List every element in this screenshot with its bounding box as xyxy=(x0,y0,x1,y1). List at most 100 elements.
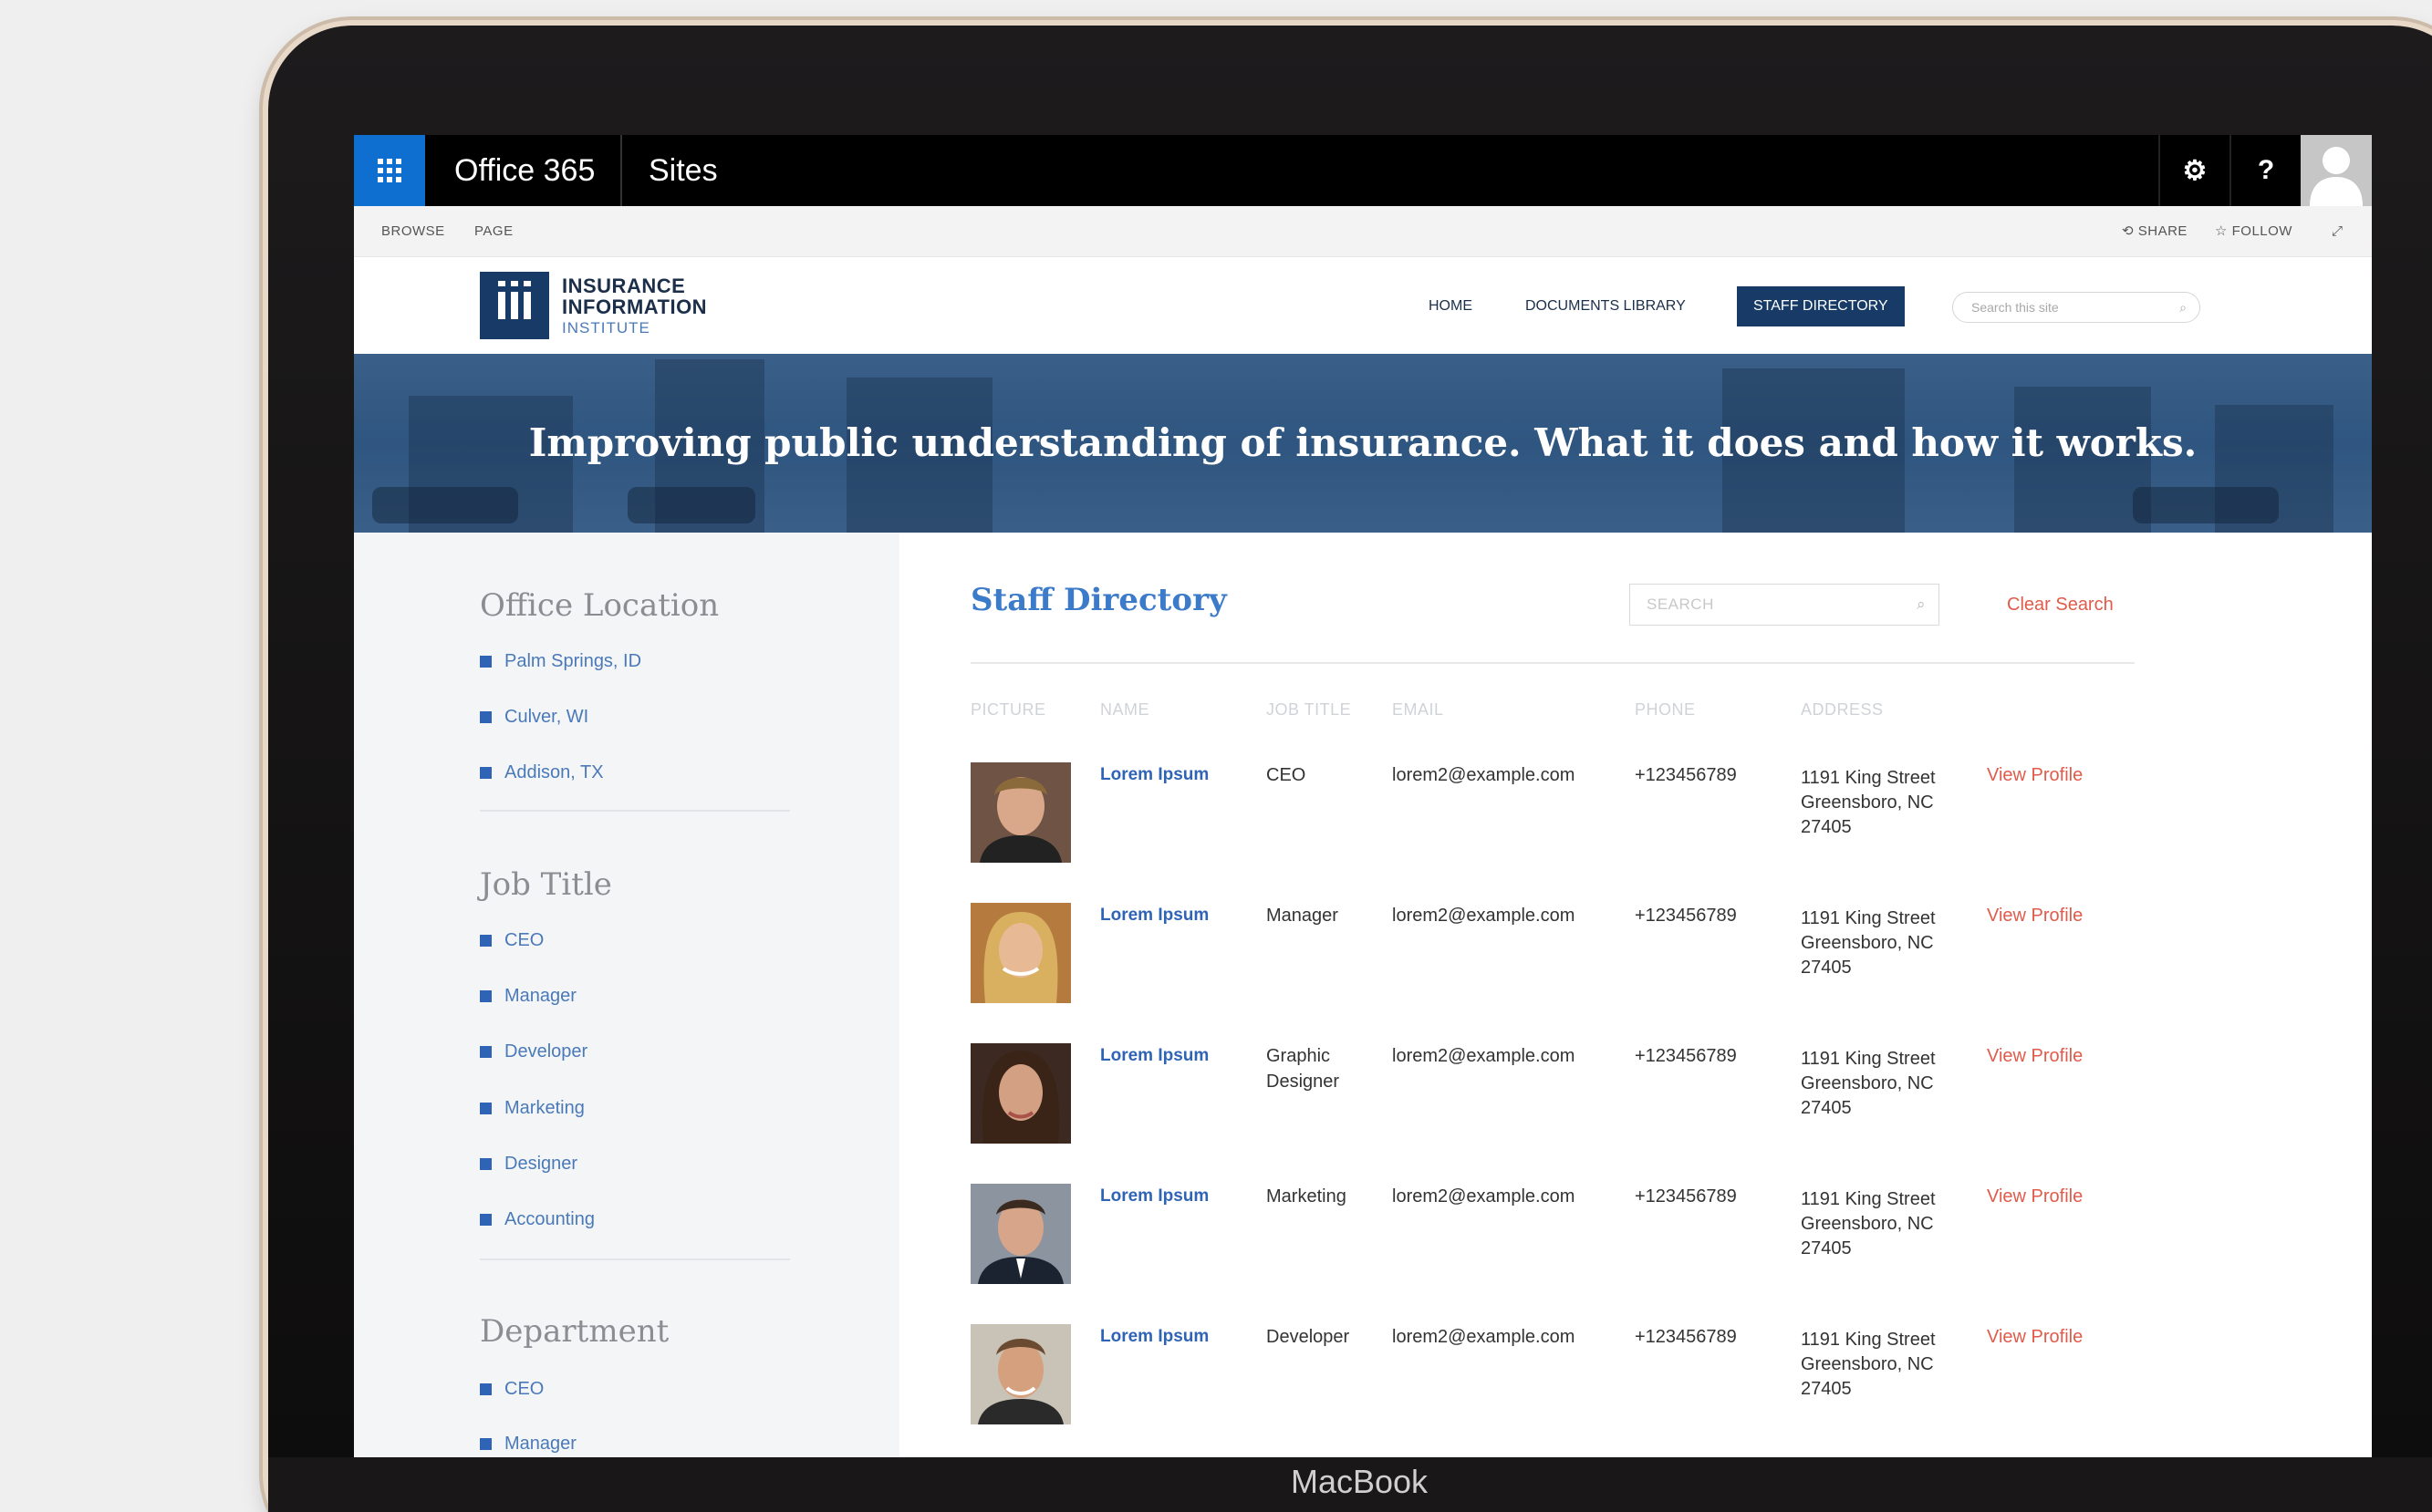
staff-job-title: CEO xyxy=(1266,765,1306,785)
follow-button[interactable]: ☆ FOLLOW xyxy=(2215,206,2292,257)
staff-phone: +123456789 xyxy=(1635,1046,1737,1066)
gear-icon: ⚙ xyxy=(2182,155,2208,186)
staff-email[interactable]: lorem2@example.com xyxy=(1392,1324,1575,1350)
bullet-icon xyxy=(480,1383,492,1395)
staff-name-link[interactable]: Lorem Ipsum xyxy=(1100,1324,1209,1350)
site-header: INSURANCE INFORMATION INSTITUTE HOME DOC… xyxy=(354,257,2372,354)
staff-address: 1191 King Street Greensboro, NC 27405 xyxy=(1801,1189,1936,1258)
directory-search-input[interactable]: SEARCH ⌕ xyxy=(1629,584,1939,626)
filter-sidebar: Office Location Palm Springs, ID Culver,… xyxy=(354,533,899,1457)
filter-item-culver[interactable]: Culver, WI xyxy=(480,707,588,728)
help-button[interactable]: ? xyxy=(2229,135,2301,206)
view-profile-link[interactable]: View Profile xyxy=(1987,903,2083,928)
filter-item-manager[interactable]: Manager xyxy=(480,986,577,1007)
column-header-email[interactable]: EMAIL xyxy=(1392,700,1444,720)
star-icon: ☆ xyxy=(2215,223,2228,239)
focus-icon[interactable]: ⤢ xyxy=(2332,206,2344,257)
device-brand: MacBook xyxy=(1290,1463,1429,1500)
staff-photo[interactable] xyxy=(971,1324,1071,1424)
share-icon: ⟲ xyxy=(2122,223,2135,239)
staff-phone: +123456789 xyxy=(1635,906,1737,926)
staff-phone: +123456789 xyxy=(1635,1327,1737,1347)
waffle-icon xyxy=(378,159,401,182)
staff-email[interactable]: lorem2@example.com xyxy=(1392,903,1575,928)
ribbon-tab-browse[interactable]: BROWSE xyxy=(381,206,445,257)
staff-name-link[interactable]: Lorem Ipsum xyxy=(1100,1043,1209,1069)
search-icon[interactable]: ⌕ xyxy=(2179,293,2187,322)
staff-email[interactable]: lorem2@example.com xyxy=(1392,1184,1575,1209)
header-divider xyxy=(971,662,2135,664)
suite-app-title[interactable]: Office 365 xyxy=(454,135,595,206)
column-header-address[interactable]: ADDRESS xyxy=(1801,700,1884,720)
nav-documents-library[interactable]: DOCUMENTS LIBRARY xyxy=(1525,286,1686,326)
search-icon[interactable]: ⌕ xyxy=(1917,585,1926,625)
view-profile-link[interactable]: View Profile xyxy=(1987,1043,2083,1069)
filter-item-palm-springs[interactable]: Palm Springs, ID xyxy=(480,651,641,672)
filter-item-marketing[interactable]: Marketing xyxy=(480,1098,585,1119)
staff-photo[interactable] xyxy=(971,762,1071,863)
filter-item-developer[interactable]: Developer xyxy=(480,1041,587,1062)
staff-address: 1191 King Street Greensboro, NC 27405 xyxy=(1801,908,1936,978)
table-row: Lorem Ipsum Graphic Designer lorem2@exam… xyxy=(971,1043,2135,1180)
page-title: Staff Directory xyxy=(971,582,1227,618)
logo-icon[interactable] xyxy=(480,272,549,339)
filter-item-addison[interactable]: Addison, TX xyxy=(480,762,604,783)
nav-home[interactable]: HOME xyxy=(1429,286,1472,326)
staff-job-title: Manager xyxy=(1266,906,1338,926)
bullet-icon xyxy=(480,711,492,723)
settings-button[interactable]: ⚙ xyxy=(2158,135,2229,206)
banner-headline: Improving public understanding of insura… xyxy=(528,420,2198,465)
bullet-icon xyxy=(480,990,492,1002)
logo-text[interactable]: INSURANCE INFORMATION INSTITUTE xyxy=(562,275,707,338)
suite-divider xyxy=(620,135,622,206)
staff-photo[interactable] xyxy=(971,903,1071,1003)
sidebar-divider xyxy=(480,810,790,812)
staff-email[interactable]: lorem2@example.com xyxy=(1392,762,1575,788)
site-search-input[interactable]: Search this site ⌕ xyxy=(1952,292,2200,323)
staff-name-link[interactable]: Lorem Ipsum xyxy=(1100,903,1209,928)
staff-name-link[interactable]: Lorem Ipsum xyxy=(1100,762,1209,788)
staff-job-title: Marketing xyxy=(1266,1186,1346,1206)
table-row: Lorem Ipsum Developer lorem2@example.com… xyxy=(971,1324,2135,1457)
filter-item-dept-manager[interactable]: Manager xyxy=(480,1434,577,1455)
staff-photo[interactable] xyxy=(971,1184,1071,1284)
ribbon-tab-page[interactable]: PAGE xyxy=(474,206,514,257)
staff-address: 1191 King Street Greensboro, NC 27405 xyxy=(1801,1330,1936,1399)
filter-item-dept-ceo[interactable]: CEO xyxy=(480,1379,544,1400)
suite-sites-link[interactable]: Sites xyxy=(649,135,718,206)
view-profile-link[interactable]: View Profile xyxy=(1987,1324,2083,1350)
view-profile-link[interactable]: View Profile xyxy=(1987,762,2083,788)
table-row: Lorem Ipsum Manager lorem2@example.com +… xyxy=(971,903,2135,1040)
filter-heading-job-title: Job Title xyxy=(480,866,612,903)
share-button[interactable]: ⟲ SHARE xyxy=(2122,206,2188,257)
clear-search-link[interactable]: Clear Search xyxy=(2007,595,2114,616)
column-header-picture: PICTURE xyxy=(971,700,1046,719)
filter-item-accounting[interactable]: Accounting xyxy=(480,1209,595,1230)
bullet-icon xyxy=(480,1158,492,1170)
staff-job-title: Graphic Designer xyxy=(1266,1046,1340,1092)
sidebar-divider xyxy=(480,1258,790,1260)
nav-staff-directory[interactable]: STAFF DIRECTORY xyxy=(1737,286,1905,326)
column-header-job-title[interactable]: JOB TITLE xyxy=(1266,700,1351,720)
bullet-icon xyxy=(480,767,492,779)
app-launcher-button[interactable] xyxy=(354,135,425,206)
column-header-phone[interactable]: PHONE xyxy=(1635,700,1696,720)
table-row: Lorem Ipsum CEO lorem2@example.com +1234… xyxy=(971,762,2135,899)
staff-job-title: Developer xyxy=(1266,1327,1350,1347)
table-row: Lorem Ipsum Marketing lorem2@example.com… xyxy=(971,1184,2135,1320)
view-profile-link[interactable]: View Profile xyxy=(1987,1184,2083,1209)
bullet-icon xyxy=(480,1438,492,1450)
logo-line-1: INSURANCE xyxy=(562,274,686,297)
staff-photo[interactable] xyxy=(971,1043,1071,1144)
filter-item-designer[interactable]: Designer xyxy=(480,1154,577,1175)
staff-phone: +123456789 xyxy=(1635,1186,1737,1206)
staff-address: 1191 King Street Greensboro, NC 27405 xyxy=(1801,1049,1936,1118)
staff-address: 1191 King Street Greensboro, NC 27405 xyxy=(1801,768,1936,837)
user-avatar[interactable] xyxy=(2301,135,2372,206)
bullet-icon xyxy=(480,1046,492,1058)
staff-name-link[interactable]: Lorem Ipsum xyxy=(1100,1184,1209,1209)
column-header-name[interactable]: NAME xyxy=(1100,700,1149,720)
staff-email[interactable]: lorem2@example.com xyxy=(1392,1043,1575,1069)
filter-heading-office-location: Office Location xyxy=(480,587,720,624)
filter-item-ceo[interactable]: CEO xyxy=(480,930,544,951)
